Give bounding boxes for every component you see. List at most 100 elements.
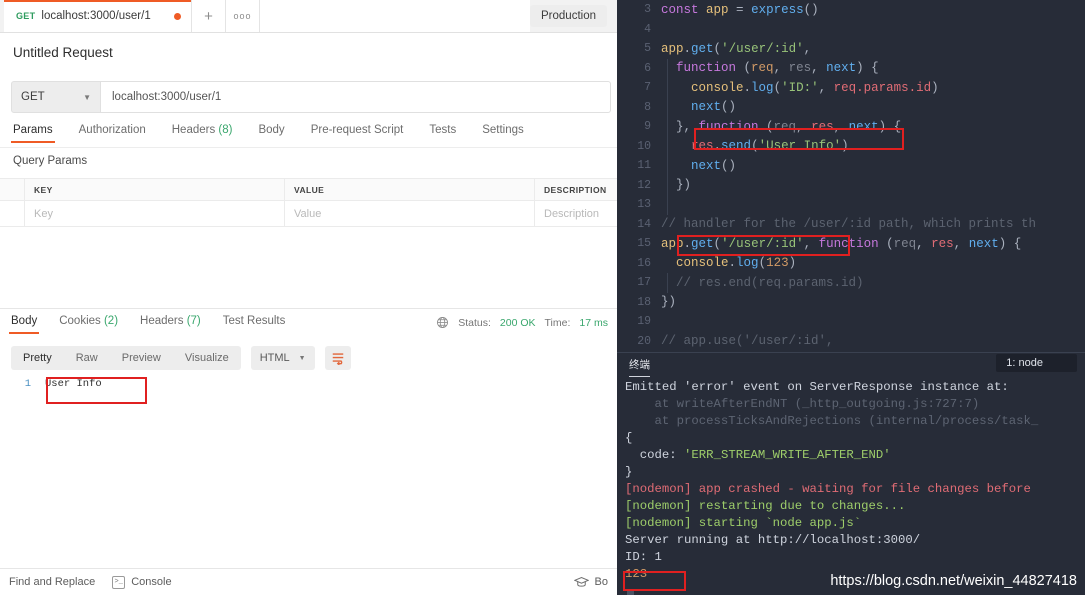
code-line-text: console.log('ID:', req.params.id): [691, 80, 939, 95]
request-tab-tests[interactable]: Tests: [416, 124, 469, 143]
code-line[interactable]: 5 app.get('/user/:id',: [617, 39, 1085, 59]
code-line-text: // app.use('/user/:id',: [661, 334, 834, 349]
tabstrip-filler: [260, 0, 531, 32]
url-input-value: localhost:3000/user/1: [112, 91, 222, 103]
url-input[interactable]: localhost:3000/user/1: [101, 81, 611, 113]
code-line[interactable]: 20 // app.use('/user/:id',: [617, 332, 1085, 352]
response-format-value: HTML: [259, 352, 290, 364]
request-tab-count: (8): [215, 124, 233, 136]
response-body-view[interactable]: 1 User Info: [0, 378, 617, 563]
code-line[interactable]: 8 next(): [617, 97, 1085, 117]
code-line-number: 7: [644, 81, 651, 95]
bootcamp-button[interactable]: Bo: [573, 576, 608, 588]
code-line[interactable]: 7 console.log('ID:', req.params.id): [617, 78, 1085, 98]
indent-guide: [667, 175, 668, 195]
request-tab-params[interactable]: Params: [0, 124, 66, 143]
terminal-line: Emitted 'error' event on ServerResponse …: [625, 380, 1009, 394]
code-line[interactable]: 3 const app = express(): [617, 0, 1085, 20]
response-tab-test-results[interactable]: Test Results: [212, 315, 297, 334]
terminal-line: }: [625, 465, 633, 479]
code-line-number: 5: [644, 42, 651, 56]
view-mode-preview[interactable]: Preview: [110, 352, 173, 364]
indent-guide: [667, 58, 668, 78]
wrap-lines-button[interactable]: [324, 346, 351, 370]
code-line-number: 20: [637, 334, 651, 348]
code-line[interactable]: 11 next(): [617, 156, 1085, 176]
terminal-line: at processTicksAndRejections (internal/p…: [625, 414, 1039, 428]
terminal-output[interactable]: Emitted 'error' event on ServerResponse …: [617, 377, 1085, 583]
code-line[interactable]: 12 }): [617, 175, 1085, 195]
request-tab-body[interactable]: Body: [245, 124, 297, 143]
column-header-key: KEY: [25, 179, 285, 200]
row-checkbox[interactable]: [0, 201, 25, 226]
table-header-row: KEY VALUE DESCRIPTION: [0, 179, 617, 201]
terminal-header: 终端 1: node: [617, 353, 1085, 377]
code-line[interactable]: 15 app.get('/user/:id', function (req, re…: [617, 234, 1085, 254]
response-format-select[interactable]: HTML ▼: [250, 346, 315, 370]
request-title: Untitled Request: [13, 45, 113, 60]
response-view-modes: Pretty Raw Preview Visualize: [11, 346, 241, 370]
indent-guide: [667, 136, 668, 156]
terminal-tab[interactable]: 终端: [629, 357, 650, 377]
code-line-text: console.log(123): [676, 256, 797, 271]
environment-selector[interactable]: Production: [530, 5, 607, 27]
pane-splitter[interactable]: [0, 308, 617, 309]
terminal-line: ID: 1: [625, 550, 662, 564]
bootcamp-label: Bo: [594, 576, 608, 588]
code-line-number: 17: [637, 276, 651, 290]
view-mode-pretty[interactable]: Pretty: [11, 352, 64, 364]
response-view-toolbar: Pretty Raw Preview Visualize HTML ▼: [11, 346, 351, 370]
indent-guide: [667, 117, 668, 137]
console-button[interactable]: >_ Console: [112, 575, 172, 589]
code-line[interactable]: 17 // res.end(req.params.id): [617, 273, 1085, 293]
table-row[interactable]: Key Value Description: [0, 201, 617, 227]
code-line-text: // handler for the /user/:id path, which…: [661, 217, 1037, 232]
console-label: Console: [131, 576, 172, 588]
new-tab-button[interactable]: +: [192, 0, 226, 32]
request-tab-active[interactable]: GET localhost:3000/user/1: [4, 0, 192, 32]
code-line[interactable]: 10 res.send('User Info'): [617, 136, 1085, 156]
param-key-input[interactable]: Key: [25, 201, 285, 226]
param-value-input[interactable]: Value: [285, 201, 535, 226]
code-line[interactable]: 18}): [617, 293, 1085, 313]
request-tab-settings[interactable]: Settings: [469, 124, 537, 143]
postman-window: GET localhost:3000/user/1 + ooo Producti…: [0, 0, 617, 595]
column-header-description: DESCRIPTION: [544, 184, 607, 195]
response-tab-count: (2): [100, 315, 119, 327]
terminal-line: Server running at http://localhost:3000/: [625, 533, 921, 547]
terminal-shell-selector[interactable]: 1: node: [996, 354, 1077, 372]
code-line-text: next(): [691, 158, 737, 173]
request-tab-method: GET: [16, 11, 36, 21]
terminal-line: [nodemon] restarting due to changes...: [625, 499, 906, 513]
code-line[interactable]: 9 }, function (req, res, next) {: [617, 117, 1085, 137]
response-tab-body[interactable]: Body: [0, 315, 48, 334]
code-line[interactable]: 6 function (req, res, next) {: [617, 58, 1085, 78]
request-tab-pre-request-script[interactable]: Pre-request Script: [298, 124, 417, 143]
code-line[interactable]: 4: [617, 20, 1085, 40]
http-method-select[interactable]: GET ▼: [11, 81, 101, 113]
code-line[interactable]: 19: [617, 312, 1085, 332]
view-mode-visualize[interactable]: Visualize: [173, 352, 241, 364]
query-params-label: Query Params: [13, 155, 88, 167]
find-and-replace-button[interactable]: Find and Replace: [9, 576, 95, 588]
time-value: 17 ms: [579, 316, 608, 329]
view-mode-raw[interactable]: Raw: [64, 352, 110, 364]
request-tab-authorization[interactable]: Authorization: [66, 124, 159, 143]
unsaved-indicator-icon: [174, 12, 181, 20]
response-tab-cookies[interactable]: Cookies (2): [48, 315, 129, 334]
code-editor[interactable]: 3 const app = express() 4 5 app.get('/user/:…: [617, 0, 1085, 368]
code-line[interactable]: 16 console.log(123): [617, 254, 1085, 274]
tab-more-options-icon[interactable]: ooo: [226, 0, 260, 32]
code-line-number: 13: [637, 198, 651, 212]
code-line-text: res.send('User Info'): [691, 139, 849, 154]
vscode-window: 3 const app = express() 4 5 app.get('/user/:…: [617, 0, 1085, 595]
code-line[interactable]: 14 // handler for the /user/:id path, whi…: [617, 215, 1085, 235]
request-tab-headers[interactable]: Headers (8): [159, 124, 246, 143]
indent-guide: [667, 273, 668, 293]
terminal-line: code: 'ERR_STREAM_WRITE_AFTER_END': [625, 448, 891, 462]
globe-icon: [437, 317, 449, 328]
code-line-number: 15: [637, 237, 651, 251]
param-description-input[interactable]: Description: [535, 201, 617, 226]
code-line[interactable]: 13: [617, 195, 1085, 215]
response-tab-headers[interactable]: Headers (7): [129, 315, 212, 334]
